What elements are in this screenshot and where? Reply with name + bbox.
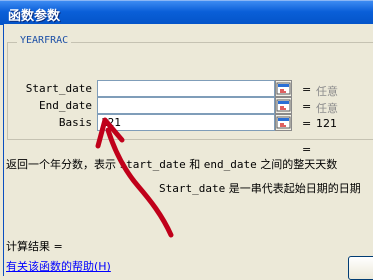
end-date-equals: = (302, 100, 312, 113)
title-bar: 函数参数 (0, 0, 373, 25)
collapse-dialog-icon (276, 116, 291, 129)
start-date-result: 任意 (316, 85, 338, 98)
basis-equals: = (302, 117, 312, 130)
start-date-label: Start_date (25, 82, 92, 95)
description-start-token: start_date (119, 158, 186, 171)
ok-button[interactable] (348, 256, 373, 280)
description-middle: 和 (185, 158, 204, 171)
basis-input[interactable]: 121 (97, 114, 275, 131)
description-end-token: end_date (203, 158, 257, 171)
window-title: 函数参数 (8, 9, 61, 24)
end-date-result: 任意 (316, 102, 338, 115)
end-date-input[interactable] (97, 97, 275, 114)
start-date-collapse-button[interactable] (275, 80, 292, 97)
start-date-input[interactable] (97, 80, 275, 97)
argument-help-text: 是一串代表起始日期的日期 (225, 182, 361, 195)
argument-help-name: Start_date (159, 182, 226, 195)
basis-label: Basis (58, 116, 92, 129)
argument-description: Start_date 是一串代表起始日期的日期 (159, 180, 361, 196)
start-date-equals: = (302, 83, 312, 96)
description-prefix: 返回一个年分数，表示 (6, 158, 120, 171)
formula-result-equals: = (302, 143, 312, 156)
calc-result-label: 计算结果 = (6, 240, 63, 253)
end-date-collapse-button[interactable] (275, 97, 292, 114)
end-date-label: End_date (39, 99, 92, 112)
help-link[interactable]: 有关该函数的帮助(H) (6, 258, 111, 274)
basis-collapse-button[interactable] (275, 114, 292, 131)
basis-result: 121 (316, 117, 337, 130)
function-description: 返回一个年分数，表示 start_date 和 end_date 之间的整天天数 (6, 156, 337, 172)
function-name-legend: YEARFRAC (17, 35, 72, 46)
collapse-dialog-icon (276, 99, 291, 112)
collapse-dialog-icon (276, 82, 291, 95)
description-suffix: 之间的整天天数 (256, 158, 338, 171)
